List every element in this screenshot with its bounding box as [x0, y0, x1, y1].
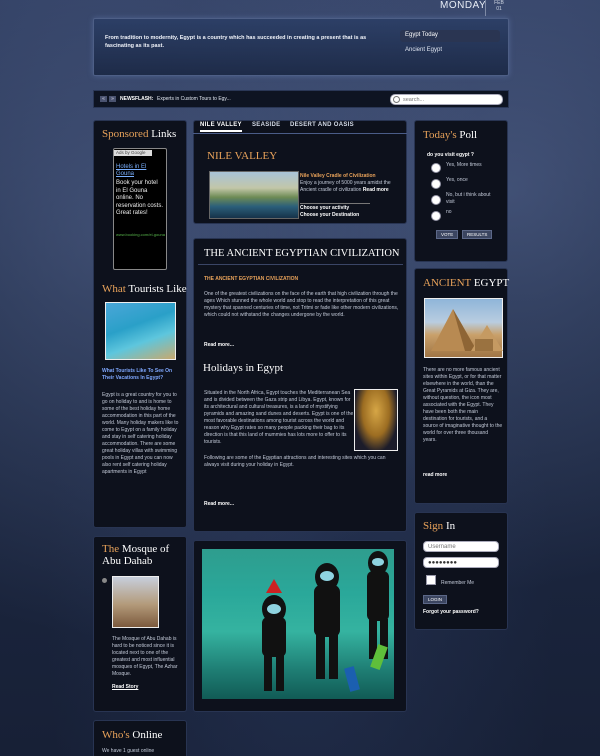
holidays-title: Holidays in Egypt: [203, 362, 284, 374]
sponsored-title: Sponsored Links: [102, 128, 177, 140]
poll-option-label: Yes, once: [446, 177, 468, 183]
search-icon: [393, 96, 400, 103]
ancient-title: THE ANCIENT EGYPTIAN CIVILIZATION: [204, 248, 400, 259]
mosque-read-story-link[interactable]: Read Story: [112, 684, 138, 690]
articles-panel: [193, 238, 407, 532]
poll-option-label: No, but i think about visit: [446, 192, 491, 205]
results-button[interactable]: RESULTS: [462, 230, 493, 239]
divider: [198, 264, 403, 265]
ancient-body: One of the greatest civilizations on the…: [204, 291, 399, 318]
nile-read-more-link[interactable]: Read more: [363, 187, 389, 193]
signin-title: Sign In: [423, 520, 456, 532]
search-input[interactable]: [390, 94, 503, 105]
poll-title: Today's Poll: [423, 129, 478, 141]
poll-option-radio[interactable]: [431, 179, 441, 189]
divers-image: [202, 549, 394, 699]
date-day: MONDAY: [440, 0, 487, 11]
poll-option-radio[interactable]: [431, 211, 441, 221]
tourists-headline-link[interactable]: What Tourists Like To See On Their Vacat…: [102, 368, 180, 382]
ads-by-google-label[interactable]: Ads by Google: [114, 150, 152, 156]
tab-egypt-today[interactable]: Egypt Today: [400, 30, 500, 42]
tab-ancient-egypt[interactable]: Ancient Egypt: [400, 46, 500, 56]
online-title: Who's Online: [102, 729, 163, 741]
poll-option-label: no: [446, 209, 452, 215]
poll-question: do you visit egypt ?: [427, 152, 474, 158]
newsflash-next-button[interactable]: »: [109, 96, 116, 102]
ancient-subtitle: THE ANCIENT EGYPTIAN CIVILIZATION: [204, 276, 299, 282]
password-field[interactable]: [423, 557, 499, 568]
date-month: FEB 01: [490, 0, 508, 12]
date-number: 01: [496, 6, 502, 12]
nile-title: NILE VALLEY: [207, 150, 278, 162]
pyramid-illustration: [431, 309, 503, 351]
nile-headline: Nile Valley Cradle of Civilization: [300, 173, 376, 179]
holidays-read-more-link[interactable]: Read more...: [204, 501, 234, 507]
divers-illustration: [262, 551, 389, 692]
ancient-read-more-link[interactable]: Read more...: [204, 342, 234, 348]
pool-image: [105, 302, 176, 360]
ad-link[interactable]: Hotels in El Gouna: [116, 164, 164, 178]
tab-desert-oasis[interactable]: DESERT AND OASIS: [290, 122, 354, 128]
remember-me-label: Remember Me: [441, 580, 475, 586]
mosque-image: [112, 576, 159, 628]
ad-text: Book your hotel in El Gouna online. No r…: [116, 180, 164, 216]
choose-destination-link[interactable]: Choose your Destination: [300, 212, 359, 218]
poll-option-radio[interactable]: [431, 195, 441, 205]
tourists-title: What Tourists Like: [102, 283, 187, 295]
tourists-body: Egypt is a great country for you to go o…: [102, 392, 179, 475]
login-button[interactable]: LOGIN: [423, 595, 448, 604]
ancient-egypt-body: There are no more famous ancient sites w…: [423, 367, 503, 443]
nile-text: Enjoy a journey of 5000 years amidst the…: [300, 180, 391, 193]
tab-nile-valley[interactable]: NILE VALLEY: [200, 122, 242, 132]
newsflash-prev-button[interactable]: «: [100, 96, 107, 102]
ancient-egypt-title: ANCIENT EGYPT: [423, 277, 510, 289]
pharaoh-image: [354, 389, 398, 451]
newsflash-text[interactable]: Experts in Custom Tours to Egy...: [157, 96, 231, 102]
choose-activity-link[interactable]: Choose your activity: [300, 205, 349, 211]
pyramid-image: [424, 298, 503, 358]
date-separator: [485, 0, 486, 16]
forgot-password-link[interactable]: Forgot your password?: [423, 609, 479, 615]
holidays-body: Situated in the North Africa, Egypt touc…: [204, 390, 354, 445]
holidays-body-2: Following are some of the Egyptian attra…: [204, 455, 386, 468]
poll-option-radio[interactable]: [431, 163, 441, 173]
vote-button[interactable]: VOTE: [436, 230, 459, 239]
poll-panel: [414, 120, 508, 262]
poll-option-label: Yes, More times: [446, 162, 482, 168]
newsflash-label: NEWSFLASH:: [120, 96, 154, 102]
nile-image: [209, 171, 299, 219]
mosque-title: The Mosque of Abu Dahab: [102, 543, 170, 567]
remember-me-checkbox[interactable]: [426, 575, 436, 585]
header-tagline: From tradition to modernity, Egypt is a …: [105, 35, 367, 49]
online-text: We have 1 guest online: [102, 748, 155, 754]
ad-url[interactable]: www.booking.com/el-gouna: [116, 232, 166, 237]
tab-seaside[interactable]: SEASIDE: [252, 122, 280, 128]
username-field[interactable]: [423, 541, 499, 552]
divider: [300, 203, 370, 204]
bullet-icon: [102, 578, 107, 583]
ancient-egypt-read-more-link[interactable]: read more: [423, 472, 447, 478]
mosque-body: The Mosque of Abu Dahab is hard to be no…: [112, 636, 178, 677]
